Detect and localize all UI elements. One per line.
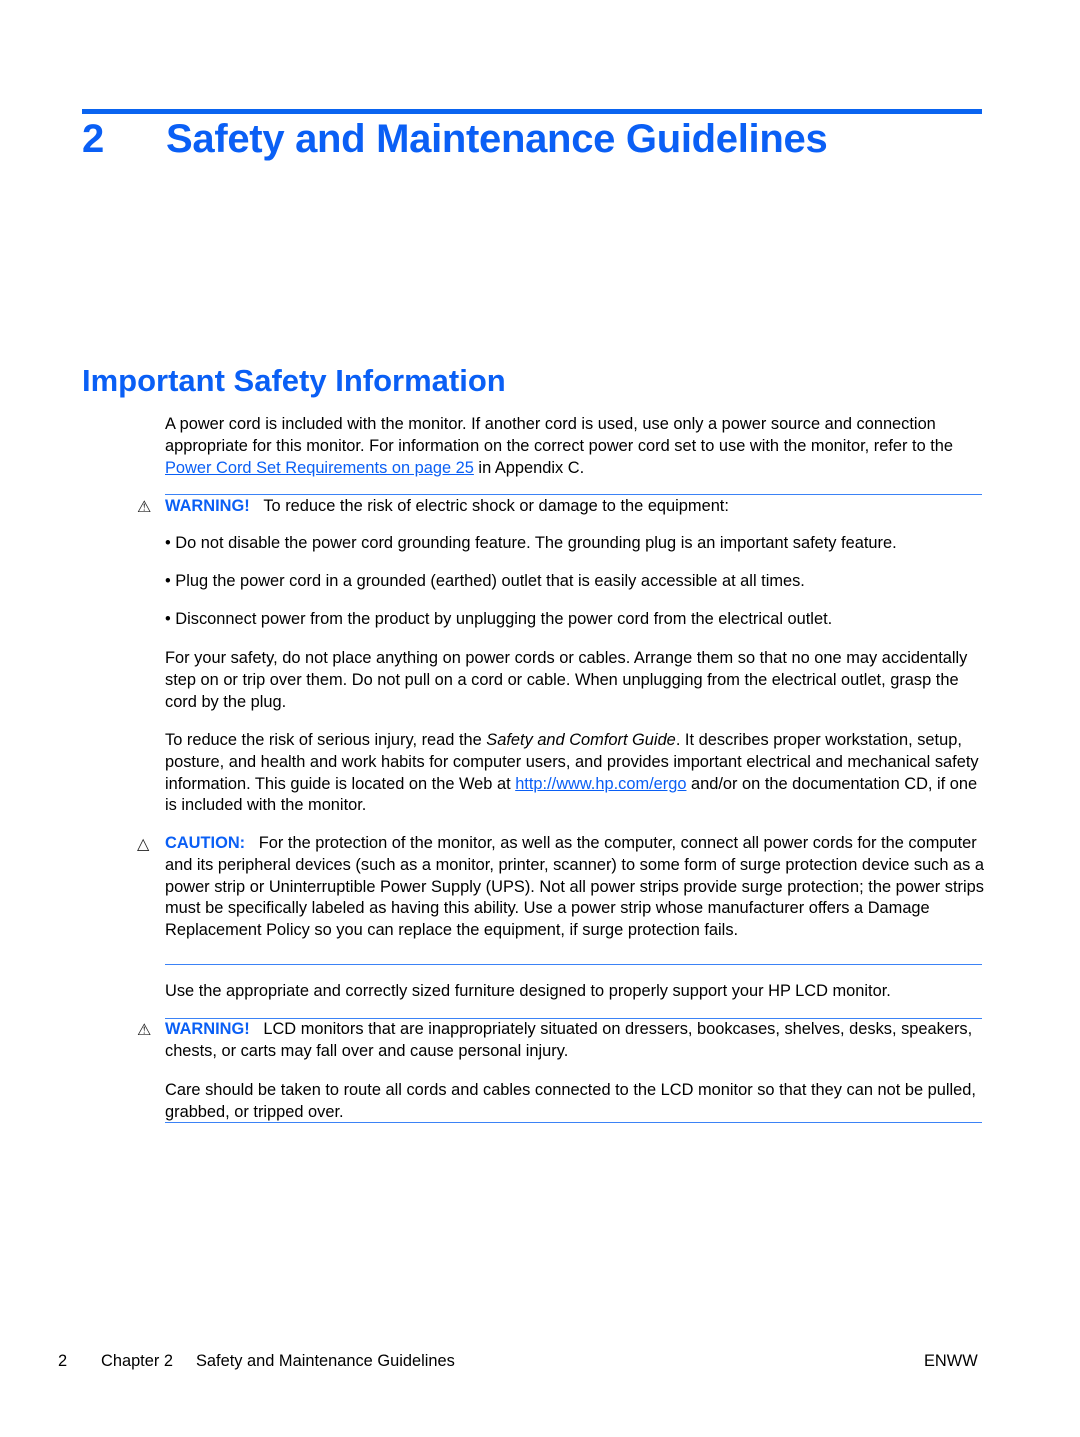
footer-chapter-title: Safety and Maintenance Guidelines [196, 1352, 455, 1370]
footer-page-number: 2 [58, 1352, 68, 1370]
power-cord-requirements-link[interactable]: Power Cord Set Requirements on page 25 [165, 459, 474, 477]
guide-title: Safety and Comfort Guide [486, 731, 676, 749]
cables-paragraph: Care should be taken to route all cords … [165, 1081, 976, 1121]
section-heading: Important Safety Information [82, 363, 506, 398]
safety-guide-paragraph: To reduce the risk of serious injury, re… [165, 730, 985, 817]
warning-triangle-icon: ⚠ [137, 499, 152, 516]
intro-text: A power cord is included with the monito… [165, 415, 954, 455]
warning-text: To reduce the risk of electric shock or … [263, 497, 729, 515]
warning2-notice: WARNING! LCD monitors that are inappropr… [165, 1019, 985, 1063]
warning-label: WARNING! [165, 1020, 250, 1038]
caution-label: CAUTION: [165, 834, 246, 852]
chapter-title: Safety and Maintenance Guidelines [166, 117, 828, 161]
list-item: • Do not disable the power cord groundin… [165, 534, 897, 552]
warning-notice: WARNING! To reduce the risk of electric … [165, 496, 985, 518]
footer-locale: ENWW [924, 1352, 978, 1370]
intro-paragraph: A power cord is included with the monito… [165, 414, 985, 479]
warning-triangle-icon: ⚠ [137, 1022, 152, 1039]
chapter-number: 2 [82, 117, 104, 161]
footer-chapter-label: Chapter 2 [101, 1352, 173, 1370]
chapter-heading: 2 Safety and Maintenance Guidelines [82, 117, 828, 162]
warning-top-rule [165, 494, 982, 495]
furniture-paragraph: Use the appropriate and correctly sized … [165, 982, 891, 1000]
caution-triangle-icon: △ [137, 836, 150, 853]
chapter-rule [82, 109, 982, 114]
cords-paragraph: For your safety, do not place anything o… [165, 649, 968, 711]
warning2-bottom-rule [165, 1122, 982, 1123]
para-text: To reduce the risk of serious injury, re… [165, 731, 487, 749]
warning-text: LCD monitors that are inappropriately si… [165, 1020, 973, 1060]
warning-label: WARNING! [165, 497, 250, 515]
list-item: • Disconnect power from the product by u… [165, 610, 833, 628]
caution-text: For the protection of the monitor, as we… [165, 834, 985, 940]
intro-text-end: in Appendix C. [473, 458, 585, 477]
hp-ergo-link[interactable]: http://www.hp.com/ergo [515, 775, 686, 793]
caution-bottom-rule [165, 964, 982, 965]
caution-notice: CAUTION: For the protection of the monit… [165, 833, 985, 942]
list-item: • Plug the power cord in a grounded (ear… [165, 572, 805, 590]
